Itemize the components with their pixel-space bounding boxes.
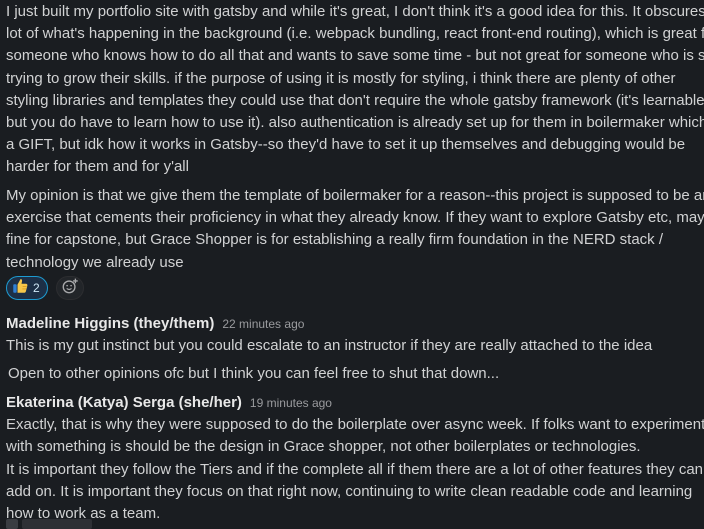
message-text: This is my gut instinct but you could es… xyxy=(6,337,653,354)
add-reaction-icon xyxy=(61,277,79,300)
message-text: Exactly, that is why they were supposed … xyxy=(6,416,704,456)
reaction-thumbs-up[interactable]: 2 xyxy=(6,276,48,300)
message-header: Ekaterina (Katya) Serga (she/her) 19 min… xyxy=(6,394,332,411)
next-line xyxy=(22,519,92,529)
author-name[interactable]: Madeline Higgins (they/them) xyxy=(6,315,214,332)
message-text: I just built my portfolio site with gats… xyxy=(6,3,704,176)
author-name[interactable]: Ekaterina (Katya) Serga (she/her) xyxy=(6,394,242,411)
message-text: It is important they follow the Tiers an… xyxy=(6,461,704,523)
add-reaction-button[interactable] xyxy=(55,276,84,300)
timestamp[interactable]: 22 minutes ago xyxy=(222,317,304,331)
thumbs-up-emoji xyxy=(12,277,29,299)
reaction-count: 2 xyxy=(33,281,40,295)
next-message-fragment xyxy=(6,519,92,529)
reaction-bar: 2 xyxy=(6,276,84,300)
message-pane: I just built my portfolio site with gats… xyxy=(0,0,704,529)
next-avatar xyxy=(6,519,18,529)
message-text: My opinion is that we give them the temp… xyxy=(6,187,704,271)
timestamp[interactable]: 19 minutes ago xyxy=(250,396,332,410)
message-text: Open to other opinions ofc but I think y… xyxy=(8,365,500,382)
message-header: Madeline Higgins (they/them) 22 minutes … xyxy=(6,315,304,332)
